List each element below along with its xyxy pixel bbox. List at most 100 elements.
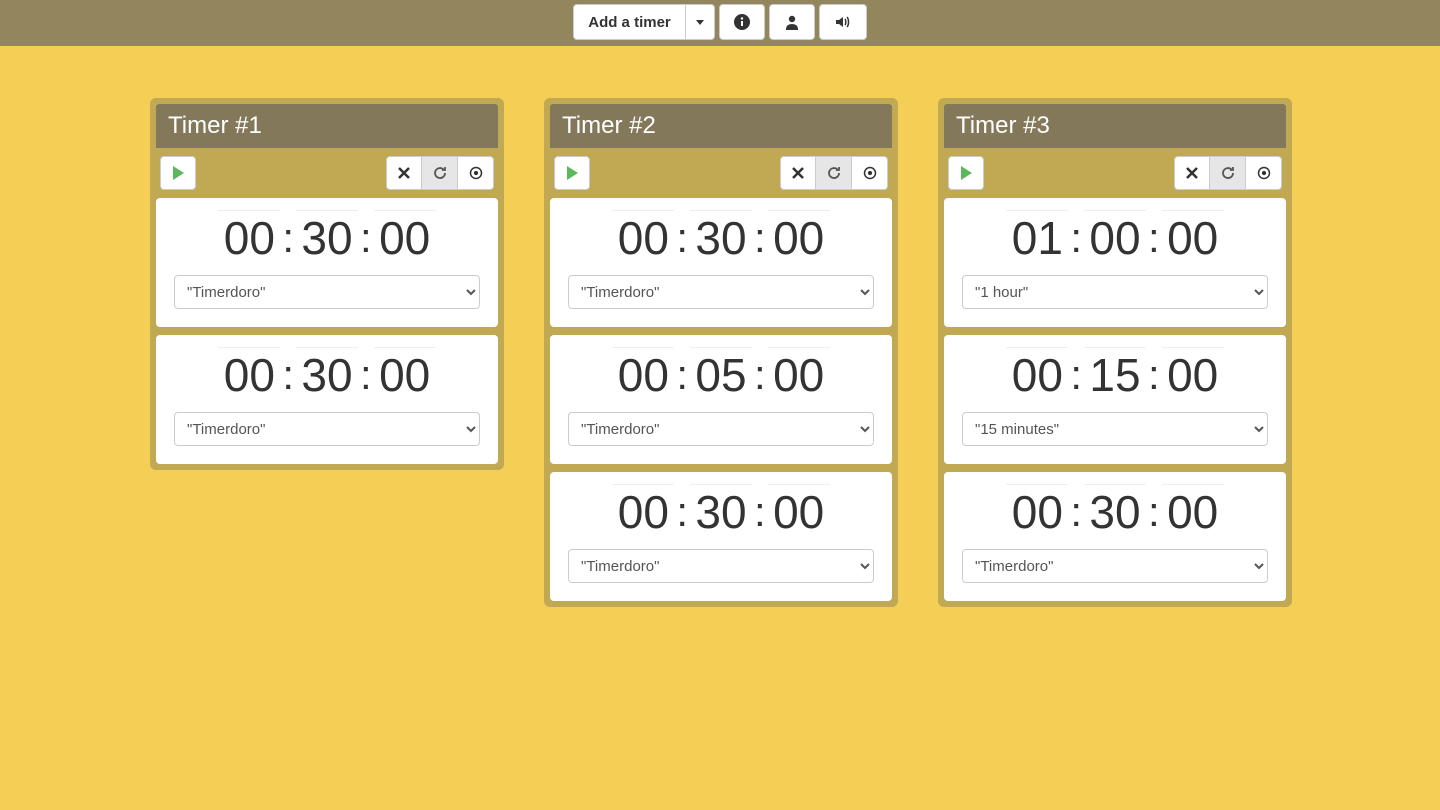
colon: :: [754, 491, 766, 533]
colon: :: [754, 354, 766, 396]
seconds-unit[interactable]: 00: [768, 210, 830, 261]
minutes-unit[interactable]: 30: [690, 210, 752, 261]
reset-button[interactable]: [422, 156, 458, 190]
refresh-icon: [433, 166, 447, 180]
seconds-value: 00: [379, 352, 430, 398]
refresh-icon: [1221, 166, 1235, 180]
caret-down-icon: [696, 20, 704, 25]
colon: :: [282, 217, 294, 259]
hours-unit[interactable]: 00: [612, 484, 674, 535]
colon: :: [1070, 491, 1082, 533]
colon: :: [1070, 217, 1082, 259]
hours-unit[interactable]: 00: [218, 347, 280, 398]
info-button[interactable]: [719, 4, 765, 40]
hours-unit[interactable]: 00: [612, 210, 674, 261]
reset-button[interactable]: [1210, 156, 1246, 190]
seconds-value: 00: [773, 352, 824, 398]
minutes-unit[interactable]: 30: [296, 210, 358, 261]
user-icon: [784, 14, 800, 30]
timer-segment: 00 : 05 : 00 "Timerdoro": [550, 335, 892, 464]
focus-button[interactable]: [852, 156, 888, 190]
minutes-value: 00: [1089, 215, 1140, 261]
seconds-unit[interactable]: 00: [374, 347, 436, 398]
focus-button[interactable]: [458, 156, 494, 190]
seconds-unit[interactable]: 00: [1162, 484, 1224, 535]
timer-segment: 00 : 30 : 00 "Timerdoro": [550, 472, 892, 601]
timer-title: Timer #2: [550, 104, 892, 148]
time-display: 00 : 30 : 00: [568, 210, 874, 261]
reset-button[interactable]: [816, 156, 852, 190]
delete-button[interactable]: [386, 156, 422, 190]
delete-button[interactable]: [780, 156, 816, 190]
play-button[interactable]: [160, 156, 196, 190]
preset-select[interactable]: "Timerdoro": [568, 412, 874, 446]
colon: :: [360, 354, 372, 396]
hours-value: 00: [618, 489, 669, 535]
seconds-value: 00: [773, 489, 824, 535]
sound-button[interactable]: [819, 4, 867, 40]
preset-select[interactable]: "Timerdoro": [962, 549, 1268, 583]
timer-segment: 00 : 30 : 00 "Timerdoro": [550, 198, 892, 327]
refresh-icon: [827, 166, 841, 180]
time-display: 00 : 30 : 00: [568, 484, 874, 535]
seconds-unit[interactable]: 00: [768, 347, 830, 398]
preset-select[interactable]: "1 hour": [962, 275, 1268, 309]
add-timer-button[interactable]: Add a timer: [573, 4, 686, 40]
segments-list: 00 : 30 : 00 "Timerdoro": [550, 198, 892, 601]
focus-button[interactable]: [1246, 156, 1282, 190]
preset-select[interactable]: "15 minutes": [962, 412, 1268, 446]
play-button[interactable]: [554, 156, 590, 190]
hours-unit[interactable]: 00: [1006, 484, 1068, 535]
time-display: 01 : 00 : 00: [962, 210, 1268, 261]
seconds-unit[interactable]: 00: [374, 210, 436, 261]
time-display: 00 : 30 : 00: [962, 484, 1268, 535]
play-icon: [173, 166, 184, 180]
preset-select[interactable]: "Timerdoro": [568, 549, 874, 583]
user-button[interactable]: [769, 4, 815, 40]
minutes-value: 30: [1089, 489, 1140, 535]
minutes-unit[interactable]: 30: [690, 484, 752, 535]
timer-card: Timer #2 00 : 30: [544, 98, 898, 607]
colon: :: [676, 491, 688, 533]
time-display: 00 : 15 : 00: [962, 347, 1268, 398]
timer-actions-group: [1174, 156, 1282, 190]
timer-segment: 00 : 30 : 00 "Timerdoro": [156, 335, 498, 464]
hours-unit[interactable]: 00: [1006, 347, 1068, 398]
timer-actions-group: [386, 156, 494, 190]
timers-container: Timer #1 00 : 30: [0, 46, 1440, 607]
time-display: 00 : 30 : 00: [174, 210, 480, 261]
play-button[interactable]: [948, 156, 984, 190]
colon: :: [1148, 354, 1160, 396]
timer-segment: 00 : 30 : 00 "Timerdoro": [944, 472, 1286, 601]
time-display: 00 : 30 : 00: [174, 347, 480, 398]
time-display: 00 : 05 : 00: [568, 347, 874, 398]
timer-controls: [944, 148, 1286, 198]
minutes-unit[interactable]: 00: [1084, 210, 1146, 261]
seconds-unit[interactable]: 00: [1162, 210, 1224, 261]
target-icon: [863, 166, 877, 180]
preset-select[interactable]: "Timerdoro": [174, 412, 480, 446]
minutes-unit[interactable]: 30: [1084, 484, 1146, 535]
seconds-unit[interactable]: 00: [768, 484, 830, 535]
preset-select[interactable]: "Timerdoro": [174, 275, 480, 309]
seconds-unit[interactable]: 00: [1162, 347, 1224, 398]
play-icon: [961, 166, 972, 180]
segments-list: 01 : 00 : 00 "1 hour": [944, 198, 1286, 601]
play-icon: [567, 166, 578, 180]
colon: :: [360, 217, 372, 259]
speaker-icon: [834, 14, 852, 30]
hours-value: 00: [1012, 489, 1063, 535]
timer-segment: 00 : 15 : 00 "15 minutes": [944, 335, 1286, 464]
delete-button[interactable]: [1174, 156, 1210, 190]
hours-unit[interactable]: 00: [218, 210, 280, 261]
hours-unit[interactable]: 01: [1006, 210, 1068, 261]
minutes-value: 30: [301, 352, 352, 398]
hours-unit[interactable]: 00: [612, 347, 674, 398]
add-timer-dropdown-button[interactable]: [686, 4, 715, 40]
minutes-unit[interactable]: 30: [296, 347, 358, 398]
timer-card: Timer #1 00 : 30: [150, 98, 504, 470]
minutes-unit[interactable]: 05: [690, 347, 752, 398]
minutes-unit[interactable]: 15: [1084, 347, 1146, 398]
preset-select[interactable]: "Timerdoro": [568, 275, 874, 309]
colon: :: [1148, 491, 1160, 533]
